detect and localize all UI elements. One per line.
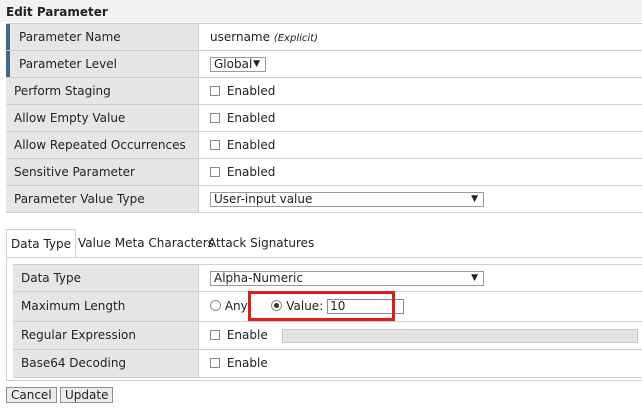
perform-staging-label: Perform Staging [6,78,199,104]
highlight-box [248,291,395,321]
row-data-type: Data Type Alpha-Numeric ▼ [13,265,642,292]
any-label: Any [224,299,248,313]
chevron-down-icon: ▼ [253,59,260,69]
perform-staging-enabled-label: Enabled [226,84,276,98]
parameter-name-value: username (Explicit) [200,24,642,50]
maximum-length-label: Maximum Length [13,292,199,321]
parameter-name-text: username [210,30,270,44]
tab-bar: Data Type Value Meta Characters Attack S… [6,229,642,258]
sensitive-parameter-enabled-label: Enabled [226,165,276,179]
any-radio[interactable] [210,300,221,311]
data-type-selected: Alpha-Numeric [214,271,303,285]
row-regular-expression: Regular Expression Enable [13,322,642,350]
parameter-level-select[interactable]: Global ▼ [210,57,266,72]
parameter-level-selected: Global [214,57,253,71]
data-type-table: Data Type Alpha-Numeric ▼ Maximum Length… [13,264,642,378]
sensitive-parameter-cell: Enabled [200,159,642,185]
row-allow-repeated: Allow Repeated Occurrences Enabled [6,132,642,159]
allow-repeated-label: Allow Repeated Occurrences [6,132,199,158]
row-parameter-level: Parameter Level Global ▼ [6,51,642,78]
base64-decoding-cell: Enable [200,350,642,377]
regular-expression-cell: Enable [200,322,642,349]
row-parameter-name: Parameter Name username (Explicit) [6,24,642,51]
tab-data-type[interactable]: Data Type [6,229,77,258]
allow-empty-value-enabled-label: Enabled [226,111,276,125]
data-type-label: Data Type [13,265,199,291]
allow-empty-value-cell: Enabled [200,105,642,131]
parameter-level-label: Parameter Level [6,51,199,77]
cancel-button[interactable]: Cancel [6,387,57,403]
parameter-value-type-selected: User-input value [214,192,313,206]
data-type-select[interactable]: Alpha-Numeric ▼ [210,271,484,286]
parameter-value-type-label: Parameter Value Type [6,186,199,212]
allow-repeated-enabled-label: Enabled [226,138,276,152]
row-sensitive-parameter: Sensitive Parameter Enabled [6,159,642,186]
base64-decoding-label: Base64 Decoding [13,350,199,377]
sensitive-parameter-checkbox[interactable] [210,167,220,177]
data-type-cell: Alpha-Numeric ▼ [200,265,642,291]
base64-enable-label: Enable [226,356,268,370]
chevron-down-icon: ▼ [471,273,478,283]
parameter-name-label: Parameter Name [6,24,199,50]
base64-enable-checkbox[interactable] [210,358,220,368]
allow-empty-value-checkbox[interactable] [210,113,220,123]
allow-repeated-cell: Enabled [200,132,642,158]
regex-enable-label: Enable [226,328,268,342]
parameter-level-cell: Global ▼ [200,51,642,77]
regex-input[interactable] [281,328,638,343]
tab-attack-signatures[interactable]: Attack Signatures [208,229,314,257]
row-perform-staging: Perform Staging Enabled [6,78,642,105]
row-allow-empty-value: Allow Empty Value Enabled [6,105,642,132]
perform-staging-cell: Enabled [200,78,642,104]
row-parameter-value-type: Parameter Value Type User-input value ▼ [6,186,642,213]
perform-staging-checkbox[interactable] [210,86,220,96]
regular-expression-label: Regular Expression [13,322,199,349]
regex-enable-checkbox[interactable] [210,330,220,340]
page-title: Edit Parameter [0,0,642,22]
chevron-down-icon: ▼ [471,194,478,204]
allow-empty-value-label: Allow Empty Value [6,105,199,131]
row-base64-decoding: Base64 Decoding Enable [13,350,642,378]
tab-value-meta-characters[interactable]: Value Meta Characters [78,229,214,257]
parameter-value-type-cell: User-input value ▼ [200,186,642,212]
allow-repeated-checkbox[interactable] [210,140,220,150]
sensitive-parameter-label: Sensitive Parameter [6,159,199,185]
update-button[interactable]: Update [60,387,114,403]
parameter-name-note: (Explicit) [273,33,318,44]
parameter-properties-table: Parameter Name username (Explicit) Param… [6,23,642,213]
parameter-value-type-select[interactable]: User-input value ▼ [210,192,484,207]
